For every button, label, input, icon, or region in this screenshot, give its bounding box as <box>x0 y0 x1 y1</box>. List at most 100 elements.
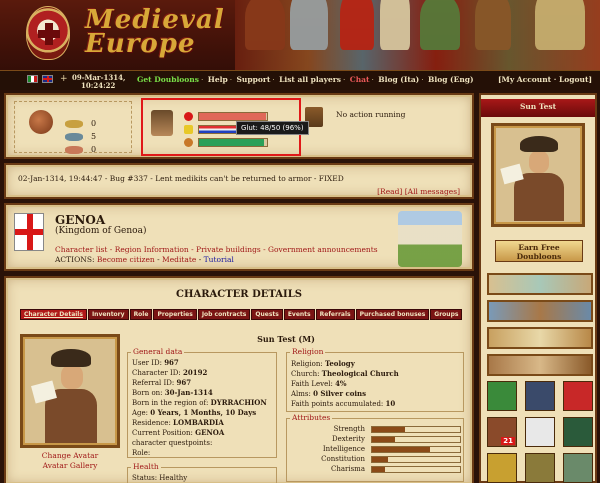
eagle-crest-icon[interactable] <box>563 381 593 411</box>
tab-role[interactable]: Role <box>129 309 153 320</box>
religion-row: Faith points accumulated: 10 <box>291 399 396 408</box>
nav-get-doubloons[interactable]: Get Doubloons <box>137 75 199 84</box>
guard-icon[interactable] <box>563 417 593 447</box>
messages-icon[interactable]: 21 <box>487 417 517 447</box>
earn-free-doubloons-button[interactable]: Earn Free Doubloons <box>495 240 583 262</box>
tutorial-link[interactable]: Tutorial <box>204 255 234 264</box>
attribute-row: Dexterity <box>291 435 461 444</box>
tab-properties[interactable]: Properties <box>153 309 197 320</box>
general-row: character questpoints: <box>132 439 213 447</box>
tab-character-details[interactable]: Character Details <box>20 309 87 320</box>
attribute-row: Constitution <box>291 455 461 464</box>
account-links: [My Account · Logout] <box>497 75 592 84</box>
general-row: Current Position: GENOA <box>132 428 225 437</box>
attribute-label: Strength <box>333 425 365 433</box>
nav-blog-eng[interactable]: Blog (Eng) <box>428 75 474 84</box>
italian-flag-icon[interactable] <box>27 75 38 83</box>
avatar-gallery-link[interactable]: Avatar Gallery <box>20 461 120 470</box>
private-buildings-link[interactable]: Private buildings <box>196 245 261 254</box>
tab-purchased-bonuses[interactable]: Purchased bonuses <box>355 309 430 320</box>
tab-events[interactable]: Events <box>283 309 315 320</box>
money-bag-icon[interactable] <box>29 110 53 134</box>
map-banner[interactable] <box>487 273 593 295</box>
government-announcements-link[interactable]: Government announcements <box>268 245 378 254</box>
nav-help[interactable]: Help <box>208 75 228 84</box>
attribute-bar <box>371 446 461 453</box>
action-status: No action running <box>336 110 406 119</box>
scroll-banner[interactable] <box>487 327 593 349</box>
city-panel: GENOA (Kingdom of Genoa) Character list … <box>4 203 474 271</box>
attributes-section: Attributes Strength Dexterity Intelligen… <box>286 413 464 482</box>
resource-value: 0 <box>91 119 97 128</box>
region-information-link[interactable]: Region Information <box>115 245 189 254</box>
attribute-bar <box>371 436 461 443</box>
attribute-label: Dexterity <box>331 435 365 443</box>
japan-flag-icon[interactable] <box>525 417 555 447</box>
health-bar[interactable] <box>198 112 268 121</box>
character-list-link[interactable]: Character list <box>55 245 107 254</box>
header-artwork <box>235 0 600 70</box>
city-actions: ACTIONS: Become citizen - Meditate - Tut… <box>55 255 234 264</box>
tab-quests[interactable]: Quests <box>251 309 283 320</box>
messages-badge: 21 <box>501 437 515 445</box>
tab-inventory[interactable]: Inventory <box>87 309 129 320</box>
read-link[interactable]: [Read] <box>377 187 402 196</box>
ship-banner[interactable] <box>487 300 593 322</box>
attribute-fill <box>372 467 386 472</box>
attribute-bar <box>371 426 461 433</box>
nav-list-players[interactable]: List all players <box>279 75 341 84</box>
health-status: Status: Healthy <box>132 474 188 482</box>
site-header: Medieval Europe + 09-Mar-1314, 10:24:22 … <box>0 0 600 90</box>
nav-chat[interactable]: Chat <box>350 75 370 84</box>
attribute-label: Charisma <box>330 465 365 473</box>
general-row: Referral ID: 967 <box>132 378 192 387</box>
details-tabs: Character Details Inventory Role Properties… <box>20 309 463 320</box>
change-avatar-link[interactable]: Change Avatar <box>20 451 120 460</box>
nav-links: Get Doubloons · Help · Support · List all p… <box>137 75 474 84</box>
glut-bar[interactable] <box>198 138 268 147</box>
crest-logo-icon[interactable] <box>26 6 70 60</box>
army-banner[interactable] <box>487 354 593 376</box>
food-icon <box>184 138 193 147</box>
nav-support[interactable]: Support <box>237 75 271 84</box>
general-row: User ID: 967 <box>132 358 179 367</box>
general-data-section: General data User ID: 967 Character ID: … <box>127 347 277 458</box>
news-links: [Read] [All messages] <box>377 187 460 196</box>
earn-line2: Doubloons <box>516 252 562 261</box>
religion-row: Faith Level: 4% <box>291 379 347 388</box>
market-icon[interactable] <box>525 453 555 483</box>
sidebar-avatar[interactable] <box>491 123 585 227</box>
logout-link[interactable]: Logout <box>559 75 588 84</box>
religion-row: Religion: Teology <box>291 359 355 368</box>
weapons-icon[interactable] <box>525 381 555 411</box>
attributes-legend: Attributes <box>290 413 333 422</box>
general-row: Character ID: 20192 <box>132 368 208 377</box>
logo-title[interactable]: Medieval Europe <box>85 7 235 57</box>
meditate-link[interactable]: Meditate <box>162 255 196 264</box>
gold-icon[interactable] <box>487 453 517 483</box>
health-fill <box>199 113 266 120</box>
energy-icon <box>184 125 193 134</box>
tab-groups[interactable]: Groups <box>430 309 463 320</box>
religion-row: Alms: 0 Silver coins <box>291 389 367 398</box>
become-citizen-link[interactable]: Become citizen <box>97 255 155 264</box>
health-section: Health Status: Healthy <box>127 462 277 483</box>
character-details-panel: CHARACTER DETAILS Character Details Inven… <box>4 276 474 483</box>
character-figure-icon[interactable] <box>487 381 517 411</box>
news-panel: 02-Jan-1314, 19:44:47 - Bug #337 - Lent … <box>4 163 474 199</box>
nav-blog-ita[interactable]: Blog (Ita) <box>378 75 419 84</box>
attribute-fill <box>372 447 431 452</box>
attribute-label: Intelligence <box>322 445 365 453</box>
sidebar-user-name: Sun Test <box>481 99 595 117</box>
my-account-link[interactable]: My Account <box>502 75 552 84</box>
attribute-fill <box>372 437 395 442</box>
plus-icon: + <box>60 74 68 84</box>
character-icon[interactable] <box>151 110 173 136</box>
attribute-fill <box>372 427 406 432</box>
glut-fill <box>199 139 265 146</box>
tab-referrals[interactable]: Referrals <box>315 309 355 320</box>
tab-job-contracts[interactable]: Job contracts <box>197 309 251 320</box>
english-flag-icon[interactable] <box>42 75 53 83</box>
all-messages-link[interactable]: [All messages] <box>405 187 460 196</box>
tools-icon[interactable] <box>563 453 593 483</box>
